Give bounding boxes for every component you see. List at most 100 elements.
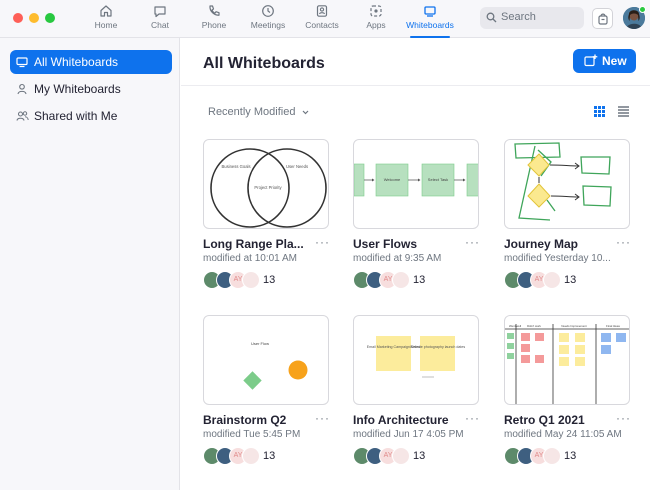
whiteboard-thumbnail[interactable]: Welcome Select Task bbox=[353, 139, 479, 229]
tab-phone-label: Phone bbox=[201, 20, 227, 30]
push-to-talk-button[interactable] bbox=[592, 8, 613, 29]
card-title: User Flows bbox=[353, 237, 418, 251]
flow-box-label: Welcome bbox=[384, 177, 401, 182]
sticky-note-text: Website photography launch dates bbox=[410, 345, 465, 349]
collaborator-count: 13 bbox=[263, 274, 276, 286]
more-options-button[interactable]: ··· bbox=[465, 235, 480, 249]
chat-icon bbox=[154, 6, 166, 18]
maximize-window-button[interactable] bbox=[45, 13, 55, 23]
collaborator-avatars: AY 13 bbox=[203, 271, 329, 291]
search-input[interactable]: Search bbox=[480, 7, 584, 29]
tab-phone[interactable]: Phone bbox=[186, 3, 242, 35]
more-options-button[interactable]: ··· bbox=[315, 411, 330, 425]
sidebar-item-all-whiteboards[interactable]: All Whiteboards bbox=[10, 50, 172, 74]
sort-label: Recently Modified bbox=[208, 106, 296, 118]
tab-apps[interactable]: Apps bbox=[348, 3, 404, 35]
more-options-button[interactable]: ··· bbox=[465, 411, 480, 425]
minimize-window-button[interactable] bbox=[29, 13, 39, 23]
apps-icon bbox=[370, 5, 382, 17]
collaborator-avatars: AY 13 bbox=[504, 447, 630, 467]
more-options-button[interactable]: ··· bbox=[315, 235, 330, 249]
tab-chat[interactable]: Chat bbox=[132, 3, 188, 35]
home-icon bbox=[100, 5, 112, 17]
whiteboard-thumbnail[interactable]: User Flow bbox=[203, 315, 329, 405]
more-options-button[interactable]: ··· bbox=[616, 411, 631, 425]
venn-left-label: Business Goals bbox=[221, 164, 250, 169]
sidebar-item-label: My Whiteboards bbox=[34, 82, 121, 96]
tab-meetings-label: Meetings bbox=[250, 20, 286, 30]
new-whiteboard-button[interactable]: New bbox=[573, 49, 636, 73]
retro-board-thumbnail: Went well Didn't work Needs Improvement … bbox=[505, 324, 629, 404]
card-title: Brainstorm Q2 bbox=[203, 413, 287, 427]
card-title: Info Architecture bbox=[353, 413, 449, 427]
new-whiteboard-icon bbox=[584, 54, 598, 67]
collaborator-count: 13 bbox=[564, 274, 577, 286]
tab-whiteboards[interactable]: Whiteboards bbox=[402, 3, 458, 38]
grid-view-button[interactable] bbox=[593, 105, 606, 123]
collaborator-avatars: AY 13 bbox=[353, 447, 479, 467]
collaborator-count: 13 bbox=[263, 450, 276, 462]
card-title: Journey Map bbox=[504, 237, 579, 251]
avatar bbox=[392, 447, 410, 465]
card-modified-time: modified at 9:35 AM bbox=[353, 253, 442, 264]
collaborator-avatars: AY 13 bbox=[504, 271, 630, 291]
sidebar-item-my-whiteboards[interactable]: My Whiteboards bbox=[10, 77, 172, 101]
tab-contacts[interactable]: Contacts bbox=[294, 3, 350, 35]
card-modified-time: modified Tue 5:45 PM bbox=[203, 429, 301, 440]
retro-column-header: Final Ideas bbox=[606, 324, 620, 328]
whiteboard-thumbnail[interactable]: Business Goals User Needs Project Priori… bbox=[203, 139, 329, 229]
journey-map-thumbnail bbox=[514, 142, 612, 221]
list-view-button[interactable] bbox=[617, 105, 630, 123]
flow-box-label: Select Task bbox=[428, 177, 448, 182]
venn-right-label: User Needs bbox=[286, 164, 308, 169]
tab-meetings[interactable]: Meetings bbox=[240, 3, 296, 35]
collaborator-count: 13 bbox=[413, 274, 426, 286]
more-options-button[interactable]: ··· bbox=[616, 235, 631, 249]
title-bar: Home Chat Phone Meetings Contacts Apps W… bbox=[0, 0, 650, 38]
card-modified-time: modified Jun 17 4:05 PM bbox=[353, 429, 464, 440]
phone-icon bbox=[209, 5, 220, 16]
contacts-icon bbox=[316, 5, 328, 17]
collaborator-count: 13 bbox=[564, 450, 577, 462]
retro-column-header: Went well bbox=[509, 324, 521, 328]
avatar bbox=[242, 271, 260, 289]
person-icon bbox=[17, 83, 27, 95]
clock-icon bbox=[262, 5, 274, 17]
retro-column-header: Needs Improvement bbox=[561, 324, 586, 328]
sidebar-item-shared-with-me[interactable]: Shared with Me bbox=[10, 104, 172, 128]
walkie-talkie-icon bbox=[598, 13, 608, 25]
header-divider bbox=[181, 85, 650, 86]
tab-home-label: Home bbox=[94, 20, 118, 30]
page-title: All Whiteboards bbox=[203, 55, 325, 72]
new-button-label: New bbox=[602, 54, 627, 68]
venn-diagram-thumbnail: Business Goals User Needs Project Priori… bbox=[210, 148, 327, 228]
sort-dropdown[interactable]: Recently Modified bbox=[208, 106, 309, 118]
tab-contacts-label: Contacts bbox=[305, 20, 339, 30]
card-modified-time: modified May 24 11:05 AM bbox=[504, 429, 622, 440]
whiteboard-thumbnail[interactable] bbox=[504, 139, 630, 229]
tab-home[interactable]: Home bbox=[78, 3, 134, 35]
sticky-notes-thumbnail: Email Marketing Campaign Dates Website p… bbox=[367, 336, 465, 378]
flow-diagram-thumbnail: Welcome Select Task bbox=[354, 163, 478, 197]
whiteboard-thumbnail[interactable]: Email Marketing Campaign Dates Website p… bbox=[353, 315, 479, 405]
collaborator-avatars: AY 13 bbox=[353, 271, 479, 291]
list-icon bbox=[618, 106, 629, 117]
whiteboard-thumbnail[interactable]: Went well Didn't work Needs Improvement … bbox=[504, 315, 630, 405]
avatar bbox=[543, 271, 561, 289]
card-modified-time: modified at 10:01 AM bbox=[203, 253, 297, 264]
card-title: Retro Q1 2021 bbox=[504, 413, 585, 427]
sidebar-item-label: All Whiteboards bbox=[34, 55, 119, 69]
people-icon bbox=[16, 111, 29, 121]
card-modified-time: modified Yesterday 10... bbox=[504, 253, 611, 264]
collaborator-avatars: AY 13 bbox=[203, 447, 329, 467]
whiteboard-icon bbox=[16, 57, 28, 68]
shapes-thumbnail: User Flow bbox=[243, 341, 308, 390]
avatar bbox=[392, 271, 410, 289]
collaborator-count: 13 bbox=[413, 450, 426, 462]
search-placeholder: Search bbox=[501, 11, 536, 23]
venn-center-label: Project Priority bbox=[254, 185, 282, 190]
avatar bbox=[242, 447, 260, 465]
avatar bbox=[543, 447, 561, 465]
retro-column-header: Didn't work bbox=[527, 324, 541, 328]
close-window-button[interactable] bbox=[13, 13, 23, 23]
